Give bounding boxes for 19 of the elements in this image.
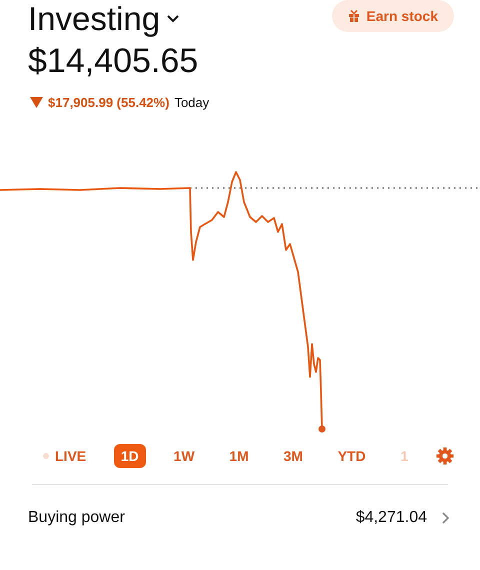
buying-power-label: Buying power xyxy=(28,509,125,527)
settings-icon[interactable] xyxy=(436,447,454,465)
change-amount: $17,905.99 (55.42%) xyxy=(48,95,170,110)
buying-power-value: $4,271.04 xyxy=(356,509,427,527)
portfolio-value: $14,405.65 xyxy=(27,42,200,81)
gift-icon xyxy=(348,10,360,22)
range-tab[interactable]: 1M xyxy=(222,444,256,468)
live-tab[interactable]: LIVE xyxy=(36,444,94,468)
range-tab[interactable]: 1W xyxy=(166,444,202,468)
range-tab[interactable]: 3M xyxy=(276,444,310,468)
down-triangle-icon xyxy=(30,97,43,108)
change-period: Today xyxy=(174,95,210,110)
range-tab[interactable]: YTD xyxy=(330,444,373,468)
range-tab[interactable]: 1D xyxy=(114,444,146,468)
chevron-right-icon xyxy=(441,511,450,525)
buying-power-row[interactable]: Buying power $4,271.04 xyxy=(0,509,480,527)
page-title: Investing xyxy=(28,0,160,38)
earn-stock-button[interactable]: Earn stock xyxy=(332,0,454,32)
chevron-down-icon[interactable] xyxy=(166,14,180,24)
